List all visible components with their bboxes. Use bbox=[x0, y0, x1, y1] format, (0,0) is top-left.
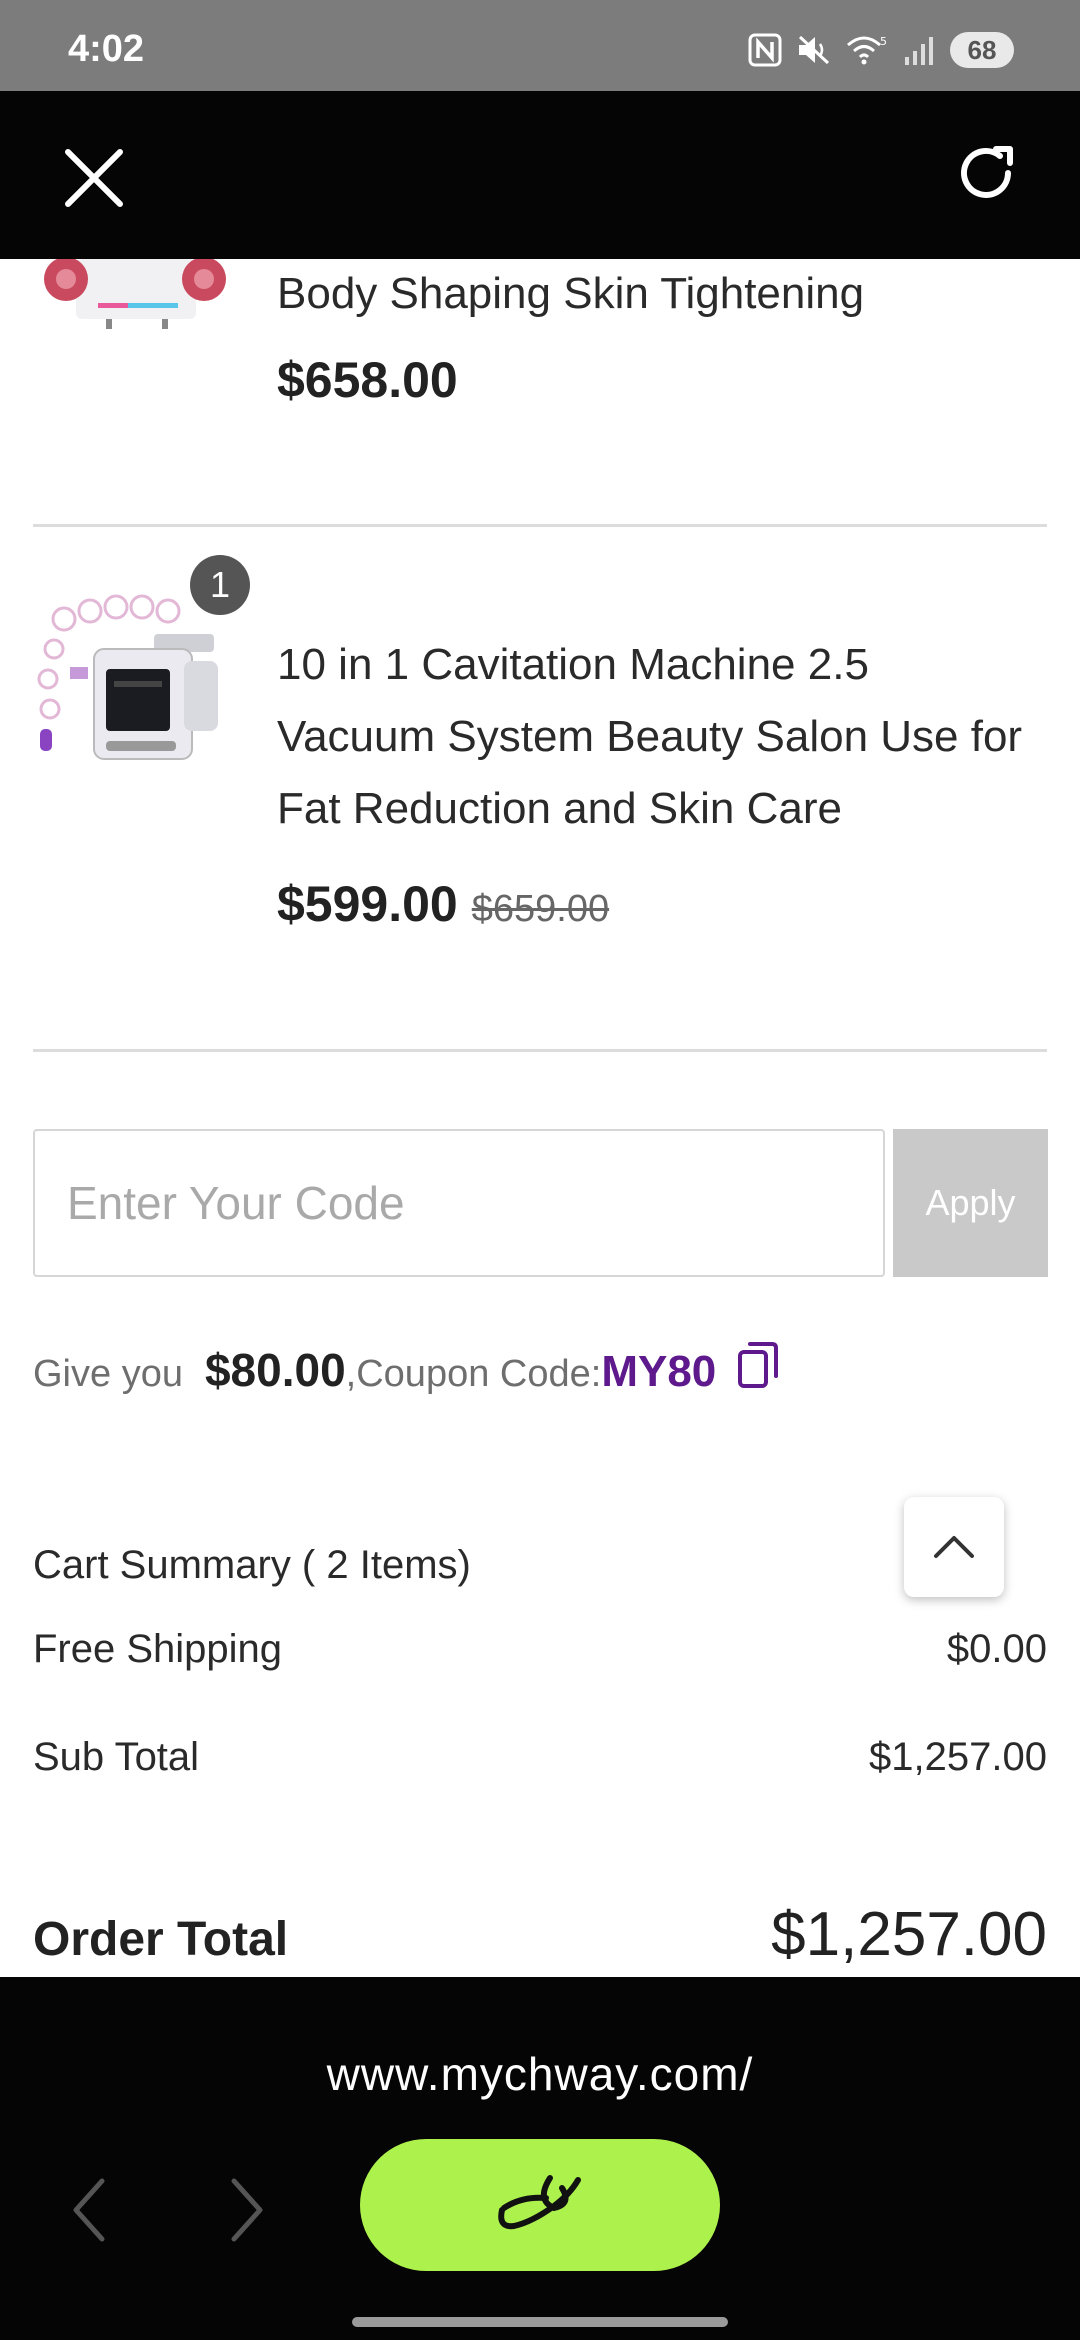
item-title[interactable]: Body Shaping Skin Tightening bbox=[277, 259, 1037, 330]
order-total-label: Order Total bbox=[33, 1913, 289, 1966]
quantity-badge: 1 bbox=[190, 555, 250, 615]
copy-icon[interactable] bbox=[736, 1340, 780, 1390]
nfc-icon bbox=[748, 33, 782, 67]
subtotal-value: $1,257.00 bbox=[869, 1735, 1047, 1779]
reload-icon[interactable] bbox=[956, 143, 1020, 207]
back-arrow-icon[interactable] bbox=[64, 2175, 114, 2245]
url-bar[interactable]: www.mychway.com/ bbox=[0, 2047, 1080, 2101]
signal-icon bbox=[905, 37, 933, 65]
divider bbox=[33, 1049, 1047, 1052]
status-icons: 5 68 bbox=[748, 30, 1014, 70]
order-total-value: $1,257.00 bbox=[771, 1900, 1047, 1969]
coupon-amount: $80.00 bbox=[204, 1344, 346, 1396]
product-image-2[interactable] bbox=[34, 589, 238, 789]
coupon-give-text: Give you bbox=[33, 1353, 183, 1395]
item-title[interactable]: 10 in 1 Cavitation Machine 2.5 Vacuum Sy… bbox=[277, 629, 1037, 845]
home-indicator[interactable] bbox=[352, 2317, 728, 2327]
shipping-value: $0.00 bbox=[946, 1627, 1047, 1671]
browser-bottom-bar: www.mychway.com/ bbox=[0, 1977, 1080, 2340]
browser-top-bar bbox=[0, 91, 1080, 259]
svg-text:5: 5 bbox=[880, 35, 887, 48]
coupon-offer: Give you $80.00 ,Coupon Code: MY80 bbox=[33, 1336, 780, 1397]
status-time: 4:02 bbox=[68, 28, 145, 70]
divider bbox=[33, 524, 1047, 527]
cart-summary-heading: Cart Summary ( 2 Items) bbox=[33, 1543, 471, 1587]
status-bar: 4:02 5 68 bbox=[0, 0, 1080, 91]
item-price-row: $599.00 $659.00 bbox=[277, 875, 609, 933]
chevron-up-icon bbox=[934, 1536, 974, 1558]
wifi-icon: 5 bbox=[847, 35, 887, 65]
coupon-code-label: ,Coupon Code: bbox=[345, 1353, 602, 1395]
item-old-price: $659.00 bbox=[471, 888, 610, 930]
apply-button[interactable]: Apply bbox=[893, 1129, 1048, 1277]
mute-icon bbox=[798, 35, 830, 65]
coupon-code: MY80 bbox=[601, 1347, 717, 1396]
item-price: $658.00 bbox=[277, 352, 458, 408]
close-icon[interactable] bbox=[62, 146, 126, 210]
scroll-to-top-button[interactable] bbox=[904, 1497, 1004, 1597]
brand-scribble-icon bbox=[498, 2175, 581, 2230]
product-image-1[interactable] bbox=[36, 259, 226, 331]
action-button[interactable] bbox=[360, 2139, 720, 2271]
item-price: $599.00 bbox=[277, 876, 458, 932]
forward-arrow-icon[interactable] bbox=[222, 2175, 272, 2245]
battery-icon: 68 bbox=[950, 32, 1014, 68]
subtotal-label: Sub Total bbox=[33, 1735, 200, 1779]
coupon-code-input[interactable] bbox=[33, 1129, 885, 1277]
shipping-label: Free Shipping bbox=[33, 1627, 283, 1671]
cart-content[interactable]: Body Shaping Skin Tightening $658.00 1 1… bbox=[0, 259, 1080, 1977]
